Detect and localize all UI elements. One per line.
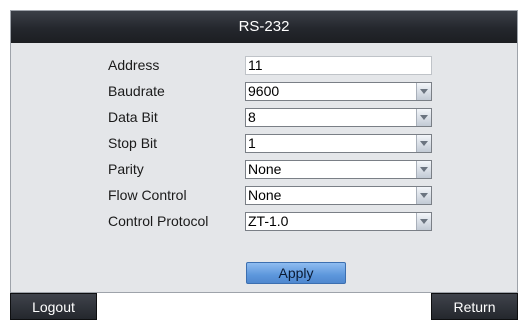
address-input[interactable]: 11	[245, 56, 432, 75]
chevron-down-icon[interactable]	[416, 161, 431, 178]
data-bit-value: 8	[248, 109, 256, 125]
flow-control-label: Flow Control	[108, 187, 187, 203]
control-protocol-label: Control Protocol	[108, 213, 209, 229]
stop-bit-select[interactable]: 1	[245, 134, 432, 153]
flow-control-select[interactable]: None	[245, 186, 432, 205]
data-bit-select[interactable]: 8	[245, 108, 432, 127]
baudrate-label: Baudrate	[108, 83, 165, 99]
stop-bit-label: Stop Bit	[108, 135, 158, 151]
window-title: RS-232	[11, 11, 517, 43]
baudrate-value: 9600	[248, 83, 280, 99]
data-bit-label: Data Bit	[108, 109, 158, 125]
flow-control-value: None	[248, 187, 282, 203]
control-protocol-value: ZT-1.0	[248, 213, 289, 229]
rs232-settings-window: RS-232 Address 11 Baudrate 9600 Data Bit…	[10, 10, 518, 293]
bottom-bar: Logout Return	[10, 293, 518, 320]
control-protocol-select[interactable]: ZT-1.0	[245, 212, 432, 231]
logout-button[interactable]: Logout	[10, 293, 97, 320]
parity-value: None	[248, 161, 282, 177]
address-label: Address	[108, 57, 160, 73]
parity-label: Parity	[108, 161, 144, 177]
baudrate-select[interactable]: 9600	[245, 82, 432, 101]
stop-bit-value: 1	[248, 135, 256, 151]
chevron-down-icon[interactable]	[416, 83, 431, 100]
chevron-down-icon[interactable]	[416, 135, 431, 152]
chevron-down-icon[interactable]	[416, 213, 431, 230]
return-button[interactable]: Return	[431, 293, 518, 320]
chevron-down-icon[interactable]	[416, 187, 431, 204]
parity-select[interactable]: None	[245, 160, 432, 179]
chevron-down-icon[interactable]	[416, 109, 431, 126]
apply-button[interactable]: Apply	[246, 262, 346, 284]
